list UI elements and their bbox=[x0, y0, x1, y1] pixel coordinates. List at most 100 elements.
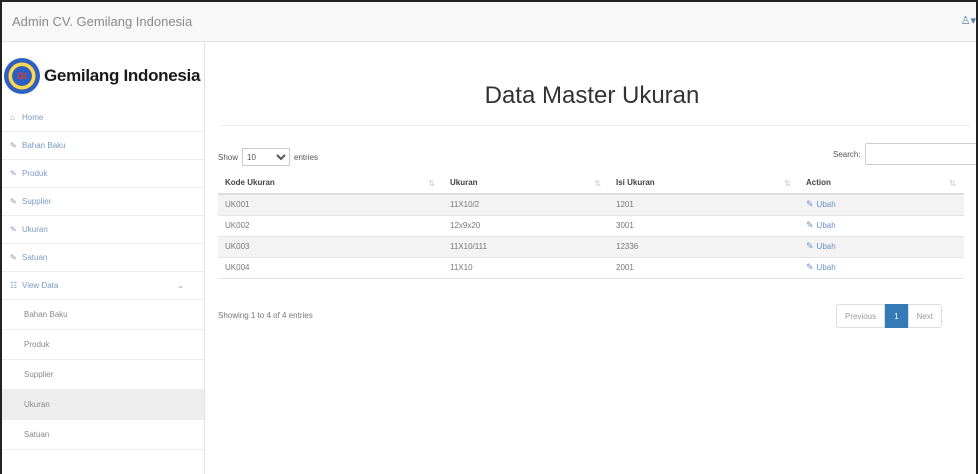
cell-ukuran: 11X10/2 bbox=[443, 194, 609, 216]
column-label: Kode Ukuran bbox=[225, 178, 275, 187]
edit-label: Ubah bbox=[816, 200, 836, 210]
edit-label: Ubah bbox=[816, 263, 836, 272]
sidebar-subitem-supplier[interactable]: Supplier bbox=[2, 360, 204, 390]
column-label: Action bbox=[806, 178, 831, 187]
sidebar-subitem-ukuran[interactable]: Ukuran bbox=[2, 390, 204, 420]
edit-icon: ✎ bbox=[10, 225, 17, 234]
edit-icon: ✎ bbox=[10, 169, 17, 178]
table-row: UK002 12x9x20 3001 ✎ Ubah bbox=[218, 215, 964, 237]
sidebar-item-label: Satuan bbox=[22, 253, 48, 262]
sidebar-subitem-label: Supplier bbox=[24, 370, 54, 379]
sidebar: GI Gemilang Indonesia ⌂ Home ✎ Bahan Bak… bbox=[2, 42, 205, 474]
edit-label: Ubah bbox=[816, 242, 836, 251]
title-divider bbox=[220, 125, 970, 126]
sidebar-subitem-label: Bahan Baku bbox=[24, 310, 68, 319]
column-header-isi-ukuran[interactable]: Isi Ukuran ⇅ bbox=[609, 172, 799, 195]
cell-ukuran: 12x9x20 bbox=[443, 215, 609, 237]
cell-action: ✎ Ubah bbox=[799, 236, 964, 258]
sidebar-item-label: Produk bbox=[22, 169, 48, 178]
cell-isi: 1201 bbox=[609, 194, 799, 216]
sidebar-item-label: View Data bbox=[22, 281, 59, 290]
entries-select[interactable]: 10 bbox=[242, 148, 291, 166]
logo-emblem-icon: GI bbox=[4, 58, 40, 94]
main-content: Data Master Ukuran Show 10 entries Searc… bbox=[206, 42, 976, 474]
edit-icon: ✎ bbox=[806, 262, 814, 272]
cell-isi: 2001 bbox=[609, 257, 799, 279]
logo-text: Gemilang Indonesia bbox=[44, 66, 201, 85]
column-header-ukuran[interactable]: Ukuran ⇅ bbox=[443, 172, 609, 195]
sidebar-item-bahan-baku[interactable]: ✎ Bahan Baku bbox=[2, 132, 204, 160]
sidebar-nav: ⌂ Home ✎ Bahan Baku ✎ Produk ✎ Supplier … bbox=[2, 104, 204, 450]
edit-icon: ✎ bbox=[10, 253, 17, 262]
sidebar-item-label: Ukuran bbox=[22, 225, 48, 234]
page-1-button[interactable]: 1 bbox=[885, 304, 908, 328]
length-suffix: entries bbox=[294, 152, 319, 162]
home-icon: ⌂ bbox=[10, 113, 15, 122]
sort-icon: ⇅ bbox=[594, 179, 601, 188]
table-row: UK003 11X10/111 12336 ✎ Ubah bbox=[218, 236, 964, 258]
edit-icon: ✎ bbox=[806, 199, 814, 210]
edit-link[interactable]: ✎ Ubah bbox=[806, 199, 836, 210]
page-title: Data Master Ukuran bbox=[484, 82, 700, 109]
table-row: UK001 11X10/2 1201 ✎ Ubah bbox=[218, 194, 964, 216]
sidebar-item-produk[interactable]: ✎ Produk bbox=[2, 160, 204, 188]
sitemap-icon: ☷ bbox=[10, 281, 18, 290]
sort-icon: ⇅ bbox=[428, 179, 435, 188]
cell-kode: UK003 bbox=[218, 236, 443, 258]
sidebar-item-label: Supplier bbox=[22, 197, 52, 206]
user-menu[interactable]: ♙▾ bbox=[961, 14, 976, 27]
cell-kode: UK004 bbox=[218, 257, 443, 279]
edit-icon: ✎ bbox=[806, 220, 814, 230]
sidebar-item-view-data[interactable]: ☷ View Data ⌄ bbox=[2, 272, 204, 300]
search-input[interactable] bbox=[864, 143, 976, 165]
column-label: Ukuran bbox=[450, 178, 478, 187]
sidebar-item-supplier[interactable]: ✎ Supplier bbox=[2, 188, 204, 216]
cell-ukuran: 11X10 bbox=[443, 257, 609, 279]
sidebar-item-label: Home bbox=[22, 113, 44, 122]
cell-isi: 12336 bbox=[609, 236, 799, 258]
top-navbar: Admin CV. Gemilang Indonesia ♙▾ bbox=[2, 2, 976, 42]
sidebar-item-label: Bahan Baku bbox=[22, 141, 66, 150]
sidebar-subitem-produk[interactable]: Produk bbox=[2, 330, 204, 360]
sidebar-item-satuan[interactable]: ✎ Satuan bbox=[2, 244, 204, 272]
column-header-kode-ukuran[interactable]: Kode Ukuran ⇅ bbox=[218, 172, 443, 195]
app-frame: Admin CV. Gemilang Indonesia ♙▾ GI Gemil… bbox=[0, 0, 978, 474]
cell-action: ✎ Ubah bbox=[799, 215, 964, 237]
search-label: Search: bbox=[833, 149, 861, 159]
sort-icon: ⇅ bbox=[949, 179, 956, 188]
data-table: Kode Ukuran ⇅ Ukuran ⇅ Isi Ukuran ⇅ Action ⇅… bbox=[218, 172, 964, 279]
edit-icon: ✎ bbox=[10, 197, 17, 206]
edit-link[interactable]: ✎ Ubah bbox=[806, 262, 836, 273]
cell-kode: UK001 bbox=[218, 194, 443, 216]
entries-length-control: Show 10 entries bbox=[218, 148, 318, 166]
pagination: Previous 1 Next bbox=[836, 304, 943, 328]
sort-icon: ⇅ bbox=[784, 179, 791, 188]
logo[interactable]: GI Gemilang Indonesia bbox=[4, 56, 204, 96]
cell-isi: 3001 bbox=[609, 215, 799, 237]
search-control: Search: bbox=[833, 143, 976, 165]
previous-button[interactable]: Previous bbox=[836, 304, 886, 328]
table-info: Showing 1 to 4 of 4 entries bbox=[218, 311, 313, 320]
edit-label: Ubah bbox=[816, 221, 836, 230]
navbar-brand[interactable]: Admin CV. Gemilang Indonesia bbox=[12, 14, 192, 29]
sidebar-item-ukuran[interactable]: ✎ Ukuran bbox=[2, 216, 204, 244]
edit-link[interactable]: ✎ Ubah bbox=[806, 220, 836, 231]
column-header-action[interactable]: Action ⇅ bbox=[799, 172, 964, 195]
cell-ukuran: 11X10/111 bbox=[443, 236, 609, 258]
caret-down-icon: ▾ bbox=[970, 15, 976, 27]
sidebar-subitem-label: Satuan bbox=[24, 430, 50, 439]
cell-action: ✎ Ubah bbox=[799, 257, 964, 279]
logo-mark: GI bbox=[17, 71, 27, 81]
edit-icon: ✎ bbox=[806, 241, 814, 251]
edit-link[interactable]: ✎ Ubah bbox=[806, 241, 836, 252]
table-header-row: Kode Ukuran ⇅ Ukuran ⇅ Isi Ukuran ⇅ Action ⇅ bbox=[218, 172, 964, 195]
next-button[interactable]: Next bbox=[907, 304, 943, 328]
sidebar-item-home[interactable]: ⌂ Home bbox=[2, 104, 204, 132]
table-row: UK004 11X10 2001 ✎ Ubah bbox=[218, 257, 964, 279]
chevron-down-icon: ⌄ bbox=[177, 281, 184, 290]
sidebar-subitem-bahan-baku[interactable]: Bahan Baku bbox=[2, 300, 204, 330]
sidebar-subitem-label: Ukuran bbox=[24, 400, 50, 409]
cell-kode: UK002 bbox=[218, 215, 443, 237]
length-prefix: Show bbox=[218, 152, 239, 162]
sidebar-subitem-satuan[interactable]: Satuan bbox=[2, 420, 204, 450]
